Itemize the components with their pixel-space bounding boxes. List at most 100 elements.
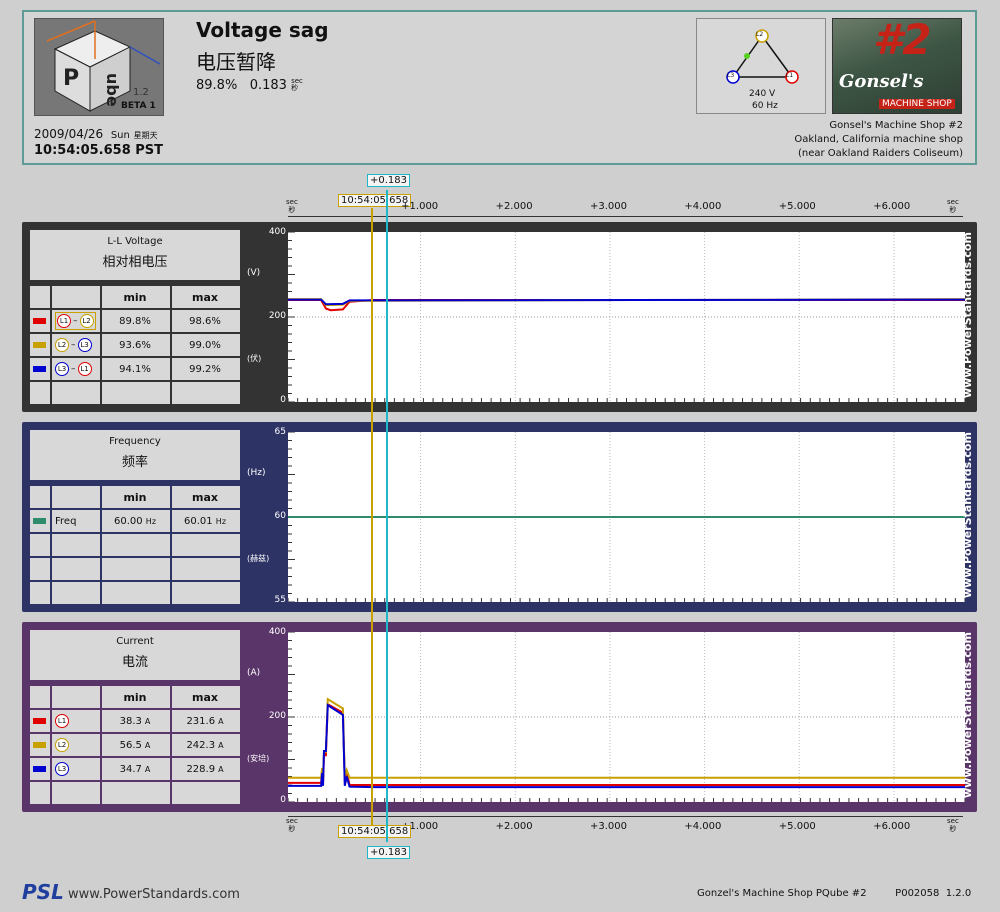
footer-serial: P002058	[895, 888, 940, 899]
voltage-row: L3– L1 94.1% 99.2%	[30, 356, 240, 380]
voltage-title-en: L-L Voltage	[107, 236, 163, 247]
voltage-min-value: 89.8%	[119, 315, 151, 327]
location-line-2: Oakland, California machine shop	[794, 134, 963, 145]
voltage-max-header: max	[172, 286, 240, 308]
time-tick-label: +4.000	[684, 201, 722, 212]
psl-logo: PSL	[22, 880, 64, 904]
voltage-min-value: 94.1%	[119, 363, 151, 375]
sag-duration: 0.183	[249, 78, 287, 93]
voltage-max-value: 99.0%	[189, 339, 221, 351]
frequency-empty-row	[30, 556, 240, 580]
voltage-chart	[287, 231, 966, 403]
bottom-axis-line	[288, 816, 963, 817]
freq-min-value: 60.00	[113, 515, 143, 527]
phase-l2-badge-icon: L2	[55, 338, 69, 352]
bottom-duration-marker: +0.183	[367, 846, 411, 859]
current-color-swatch	[32, 742, 46, 748]
svg-text:P: P	[63, 66, 79, 91]
date-value: 2009/04/26	[34, 127, 104, 141]
phase-l3-badge-icon: L3	[77, 338, 92, 352]
time-tick-label: +3.000	[589, 201, 627, 212]
voltage-color-swatch	[32, 342, 46, 348]
location-line-3: (near Oakland Raiders Coliseum)	[797, 148, 963, 159]
svg-text:ube: ube	[103, 73, 122, 107]
time-tick-label: +5.000	[778, 201, 816, 212]
current-panel: Current 电流 min max L1 38.3 A 231.6 A L2 56.5 A 2…	[22, 622, 977, 812]
frequency-empty-row	[30, 532, 240, 556]
time-tick-label: +2.000	[495, 821, 533, 832]
event-header: P ube 1.2 BETA 1 Voltage sag 电压暂降 89.8% …	[22, 10, 977, 165]
current-unit: A	[144, 716, 151, 726]
frequency-header-row: min max	[30, 484, 240, 508]
current-ytick-top: 400	[268, 627, 286, 637]
bottom-axis-unit-left: sec 秒	[286, 817, 298, 833]
current-row: L2 56.5 A 242.3 A	[30, 732, 240, 756]
current-unit: A	[218, 716, 224, 726]
voltage-header-row: min max	[30, 284, 240, 308]
current-plot	[287, 631, 966, 803]
voltage-row: L2– L3 93.6% 99.0%	[30, 332, 240, 356]
voltage-ytick-mid: 200	[268, 311, 286, 321]
event-time: 10:54:05.658 PST	[34, 143, 163, 158]
freq-color-swatch	[32, 518, 46, 524]
series-line-l3-l1	[288, 298, 966, 306]
voltage-color-swatch	[32, 318, 46, 324]
voltage-unit-en: (V)	[247, 268, 261, 278]
weekday-en: Sun	[110, 130, 130, 141]
voltage-unit-zh: (伏)	[247, 354, 262, 363]
time-value: 10:54:05.658	[34, 143, 131, 158]
frequency-title-en: Frequency	[109, 436, 161, 447]
event-title-en: Voltage sag	[196, 18, 329, 42]
phasor-l1-label: L1	[786, 72, 794, 79]
frequency-ytick-bottom: 55	[274, 595, 286, 605]
voltage-max-value: 99.2%	[189, 363, 221, 375]
current-unit: A	[218, 740, 224, 750]
voltage-row: L1– L2 89.8% 98.6%	[30, 308, 240, 332]
voltage-min-header: min	[102, 286, 170, 308]
phase-l1-badge-icon: L1	[57, 314, 71, 328]
current-max-value: 242.3	[186, 739, 216, 751]
nominal-frequency: 60 Hz	[752, 101, 778, 111]
phase-l1-badge-icon: L1	[55, 714, 69, 728]
current-min-header: min	[102, 686, 170, 708]
current-min-value: 34.7	[119, 763, 142, 775]
current-table: Current 电流 min max L1 38.3 A 231.6 A L2 56.5 A 2…	[30, 630, 240, 804]
frequency-panel: Frequency 频率 min max Freq 60.00 Hz 60.01…	[22, 422, 977, 612]
top-axis-unit-left: sec 秒	[286, 198, 298, 214]
current-title-zh: 电流	[121, 655, 148, 670]
current-ytick-mid: 200	[268, 711, 286, 721]
sag-magnitude: 89.8%	[196, 78, 238, 93]
phase-l1-badge-icon: L1	[77, 362, 92, 376]
frequency-row: Freq 60.00 Hz 60.01 Hz	[30, 508, 240, 532]
voltage-panel: L-L Voltage 相对相电压 min max L1– L2 89.8% 98.6…	[22, 222, 977, 412]
voltage-ytick-top: 400	[268, 227, 286, 237]
freq-max-unit: Hz	[215, 516, 227, 526]
current-unit-zh: (安培)	[247, 754, 270, 763]
event-stats: 89.8% 0.183 sec 秒	[196, 77, 303, 94]
current-min-value: 38.3	[119, 715, 142, 727]
voltage-max-value: 98.6%	[189, 315, 221, 327]
pqube-logo: P ube 1.2 BETA 1	[34, 18, 164, 116]
voltage-title-zh: 相对相电压	[102, 255, 168, 270]
current-max-value: 231.6	[186, 715, 216, 727]
phasor-diagram: L2 L3 L1 240 V 60 Hz	[696, 18, 826, 114]
time-tick-label: +6.000	[873, 821, 911, 832]
series-line-l3	[288, 703, 965, 789]
bottom-axis-unit-right: sec 秒	[947, 817, 959, 833]
weekday-zh: 星期天	[133, 131, 158, 140]
duration-unit: sec 秒	[291, 77, 303, 92]
timezone: PST	[135, 143, 164, 158]
frequency-table: Frequency 频率 min max Freq 60.00 Hz 60.01…	[30, 430, 240, 604]
trigger-cursor-line	[371, 208, 373, 826]
phase-l2-badge-icon: L2	[79, 314, 94, 328]
location-info: Gonsel's Machine Shop #2 Oakland, Califo…	[794, 119, 963, 161]
top-axis-unit-right: sec 秒	[947, 198, 959, 214]
voltage-title: L-L Voltage 相对相电压	[30, 230, 240, 280]
freq-min-unit: Hz	[145, 516, 157, 526]
footer-device-info: Gonzel's Machine Shop PQube #2 P002058 1…	[697, 888, 971, 899]
frequency-ytick-top: 65	[274, 427, 286, 437]
event-title-zh: 电压暂降	[196, 50, 276, 74]
frequency-unit-zh: (赫兹)	[247, 554, 270, 563]
footer-url[interactable]: www.PowerStandards.com	[68, 887, 240, 902]
frequency-title-zh: 频率	[121, 455, 148, 470]
